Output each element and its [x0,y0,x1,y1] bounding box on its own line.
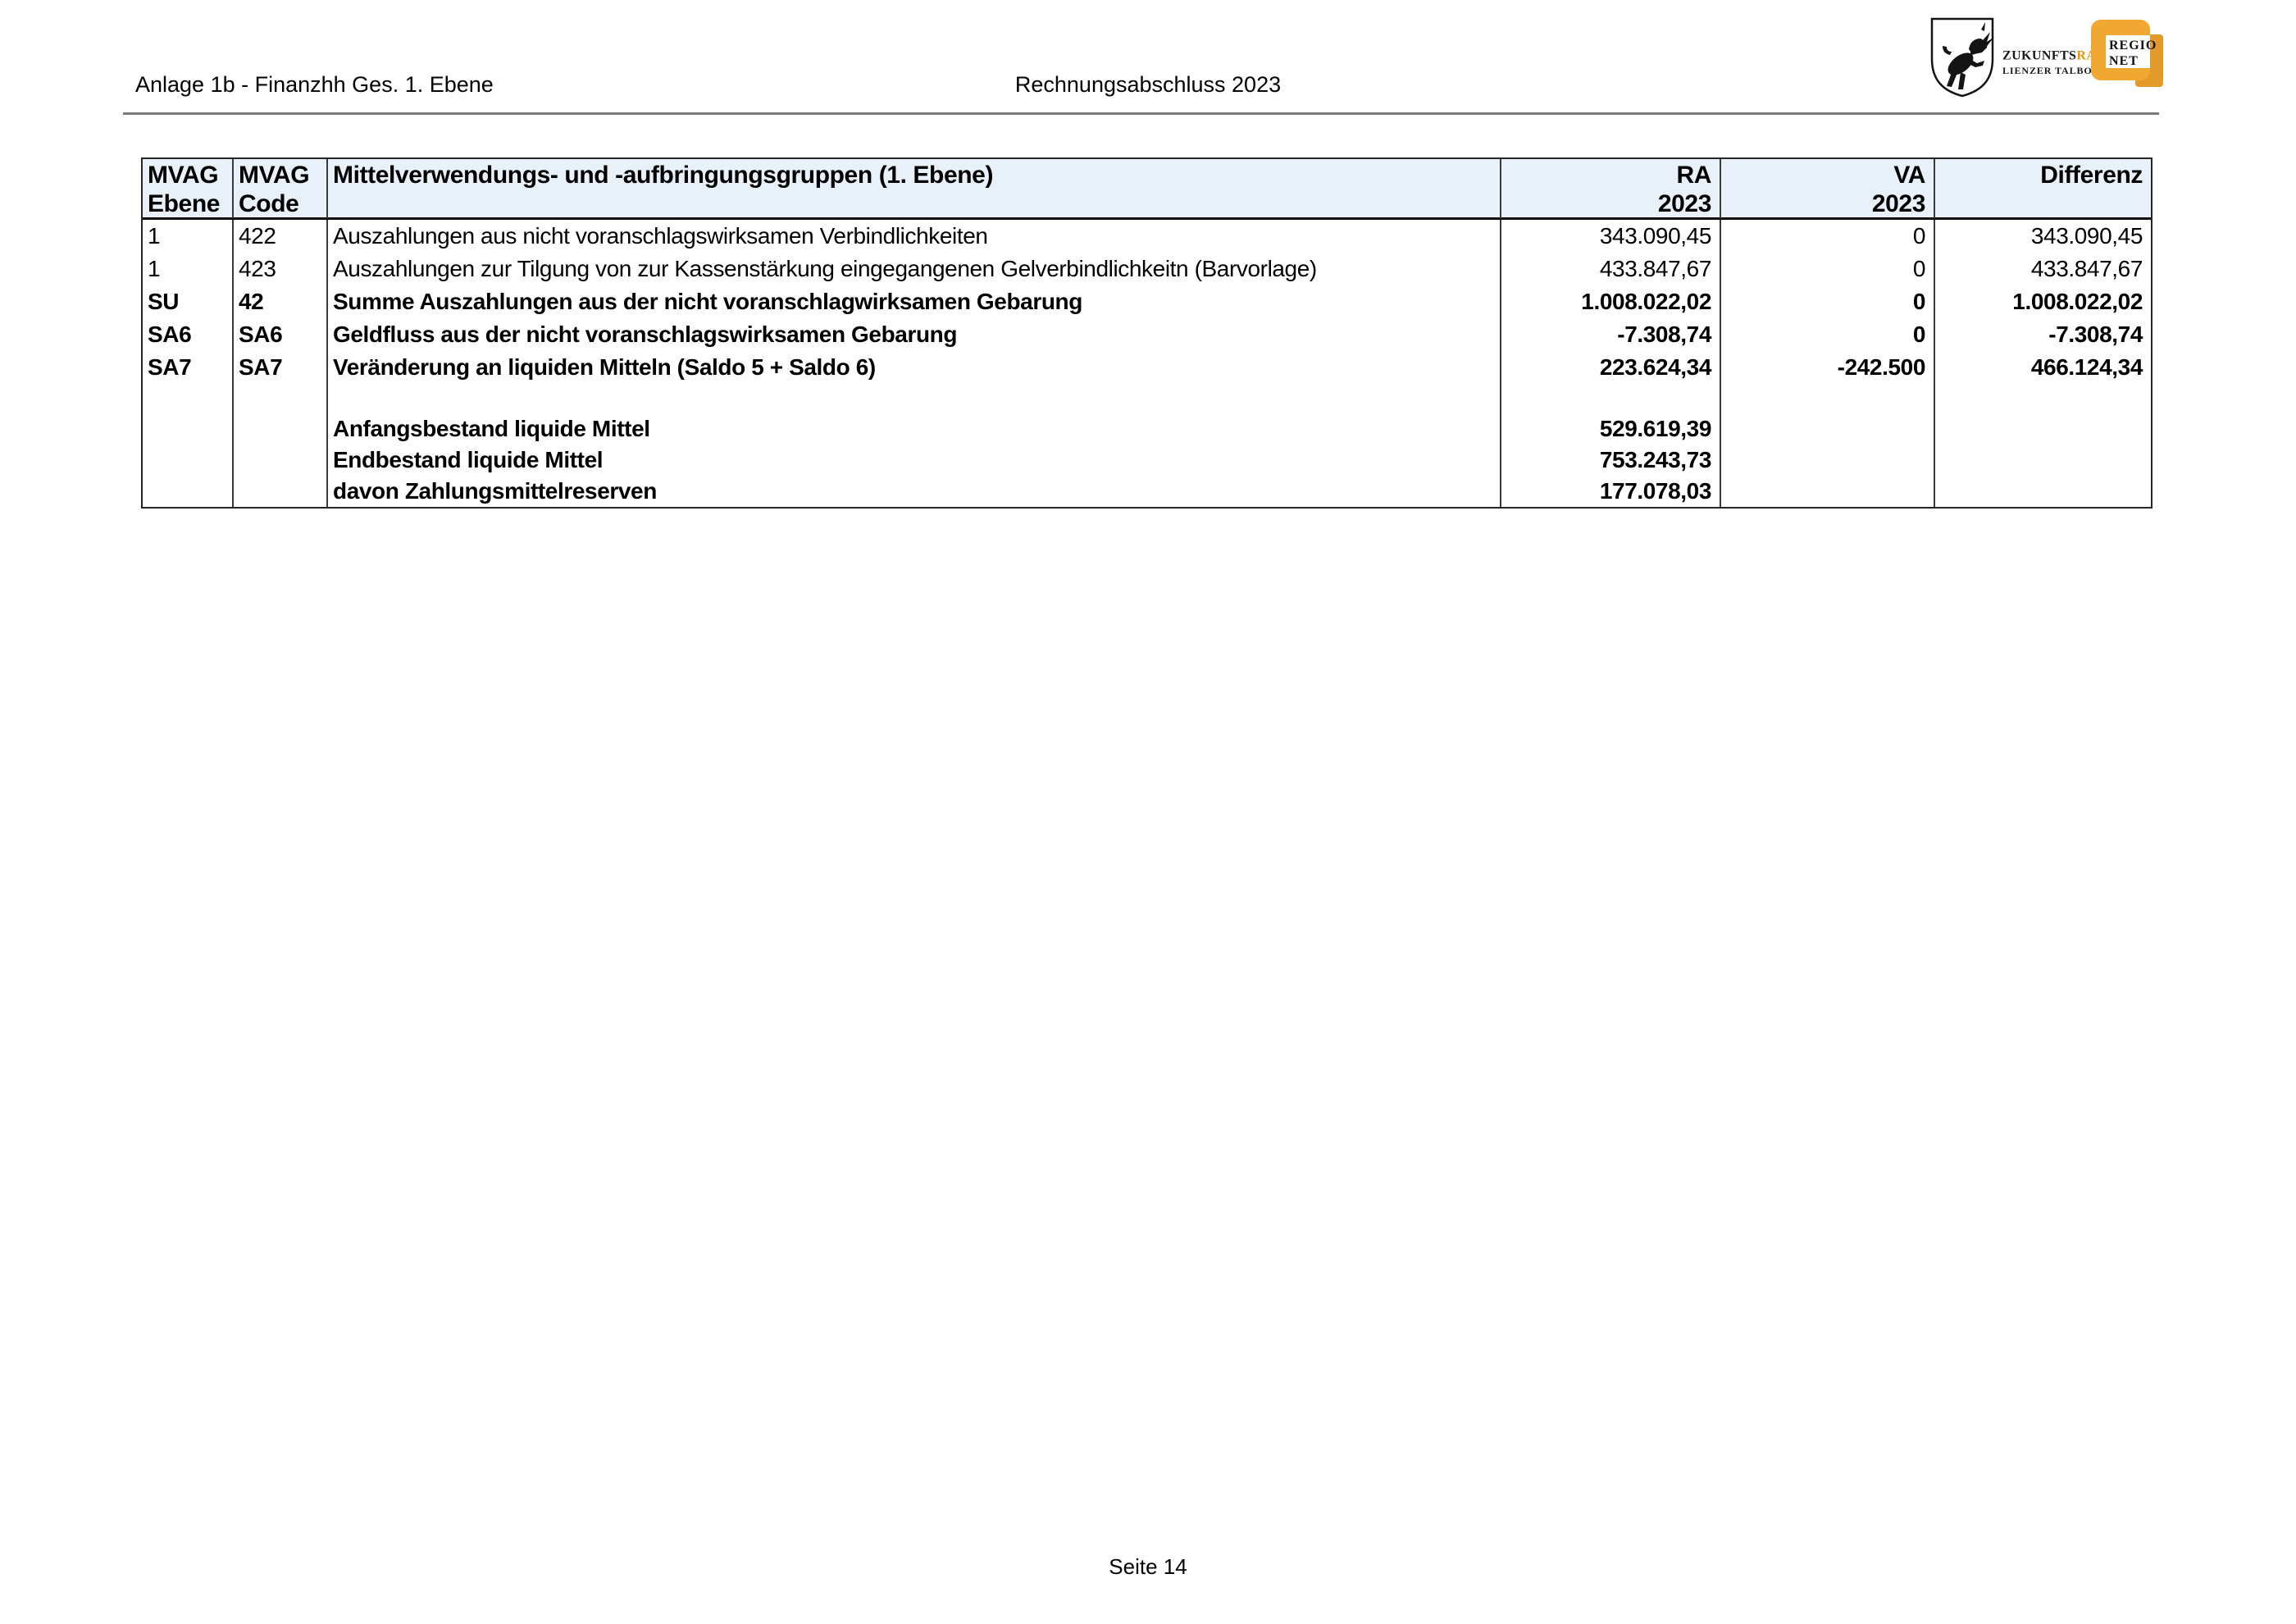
cell-va [1721,445,1935,476]
cell-va: -242.500 [1721,351,1935,384]
cell-ra: 753.243,73 [1501,445,1721,476]
header-differenz: Differenz [2040,162,2143,189]
cell-differenz: 466.124,34 [2030,354,2143,380]
cell-ebene: SU [143,285,234,318]
cell-ebene: 1 [143,220,234,253]
cell-code [234,384,328,413]
cell-description: Endbestand liquide Mittel [328,445,1501,476]
cell-differenz: 433.847,67 [2030,256,2143,281]
cell-differenz: 343.090,45 [2030,223,2143,249]
cell-description: Geldfluss aus der nicht voranschlagswirk… [328,318,1501,351]
cell-differenz: -7.308,74 [2048,322,2143,347]
zukunftsraum-wordmark: ZUKUNFTSRAUM® [2002,48,2124,63]
header-ra-2023: RA 2023 [1501,159,1721,218]
cell-code: 422 [234,220,328,253]
zukunftsraum-subtitle: LIENZER TALBODEN [2002,65,2116,77]
page-number: Seite 14 [1109,1554,1187,1579]
table-row-anfangsbestand: Anfangsbestand liquide Mittel 529.619,39 [143,413,2151,445]
financial-table: MVAG Ebene MVAG Code Mittelverwendungs- un… [141,157,2152,509]
table-row-zahlungsmittelreserven: davon Zahlungsmittelreserven 177.078,03 [143,476,2151,507]
cell-ra: 529.619,39 [1501,413,1721,445]
table-row: 1 423 Auszahlungen zur Tilgung von zur K… [143,253,2151,285]
cell-code: SA6 [234,318,328,351]
cell-description: Auszahlungen zur Tilgung von zur Kassens… [328,253,1501,285]
table-row-endbestand: Endbestand liquide Mittel 753.243,73 [143,445,2151,476]
cell-va: 0 [1721,318,1935,351]
header-mvag-code: MVAG Code [234,159,328,218]
cell-ebene: 1 [143,253,234,285]
cell-ebene [143,384,234,413]
cell-differenz [1935,384,2151,413]
table-row-saldo7: SA7 SA7 Veränderung an liquiden Mitteln … [143,351,2151,384]
header-va-2023: VA 2023 [1721,159,1935,218]
cell-va: 0 [1721,253,1935,285]
table-row-sum: SU 42 Summe Auszahlungen aus der nicht v… [143,285,2151,318]
cell-code [234,413,328,445]
header-description: Mittelverwendungs- und -aufbringungsgrup… [328,159,1501,218]
table-row-saldo6: SA6 SA6 Geldfluss aus der nicht voransch… [143,318,2151,351]
cell-description: Anfangsbestand liquide Mittel [328,413,1501,445]
regionet-logo: REGIO NET [2089,15,2166,94]
zukunftsraum-logo: ZUKUNFTSRAUM® LIENZER TALBODEN [2002,48,2124,77]
cell-ebene [143,445,234,476]
cell-differenz [1935,476,2151,507]
cell-differenz [1935,445,2151,476]
cell-va [1721,384,1935,413]
cell-va [1721,413,1935,445]
cell-ra: 223.624,34 [1501,351,1721,384]
cell-description: Veränderung an liquiden Mitteln (Saldo 5… [328,351,1501,384]
cell-ra [1501,384,1721,413]
regionet-line2: NET [2109,54,2139,68]
cell-differenz: 1.008.022,02 [2012,289,2143,314]
lienz-coat-of-arms-icon [1930,17,1994,98]
document-page: Anlage 1b - Finanzhh Ges. 1. Ebene Rechn… [0,0,2296,1624]
header-divider [123,112,2159,115]
cell-description [328,384,1501,413]
cell-differenz [1935,413,2151,445]
zukunftsraum-text-black: ZUKUNFTS [2002,48,2077,63]
cell-ra: 343.090,45 [1501,220,1721,253]
cell-ebene: SA7 [143,351,234,384]
cell-ra: -7.308,74 [1501,318,1721,351]
cell-code: 423 [234,253,328,285]
cell-va [1721,476,1935,507]
cell-code: SA7 [234,351,328,384]
table-row: 1 422 Auszahlungen aus nicht voranschlag… [143,220,2151,253]
table-row-spacer [143,384,2151,413]
cell-code: 42 [234,285,328,318]
cell-description: davon Zahlungsmittelreserven [328,476,1501,507]
cell-ra: 433.847,67 [1501,253,1721,285]
regionet-line1: REGIO [2109,39,2157,52]
cell-code [234,476,328,507]
cell-va: 0 [1721,285,1935,318]
cell-ra: 177.078,03 [1501,476,1721,507]
cell-ebene [143,476,234,507]
cell-ebene: SA6 [143,318,234,351]
table-header-row: MVAG Ebene MVAG Code Mittelverwendungs- un… [143,159,2151,220]
cell-description: Auszahlungen aus nicht voranschlagswirks… [328,220,1501,253]
regionet-wordmark: REGIO NET [2109,38,2157,69]
cell-va: 0 [1721,220,1935,253]
cell-description: Summe Auszahlungen aus der nicht voransc… [328,285,1501,318]
cell-ra: 1.008.022,02 [1501,285,1721,318]
cell-code [234,445,328,476]
header-mvag-ebene: MVAG Ebene [143,159,234,218]
cell-ebene [143,413,234,445]
